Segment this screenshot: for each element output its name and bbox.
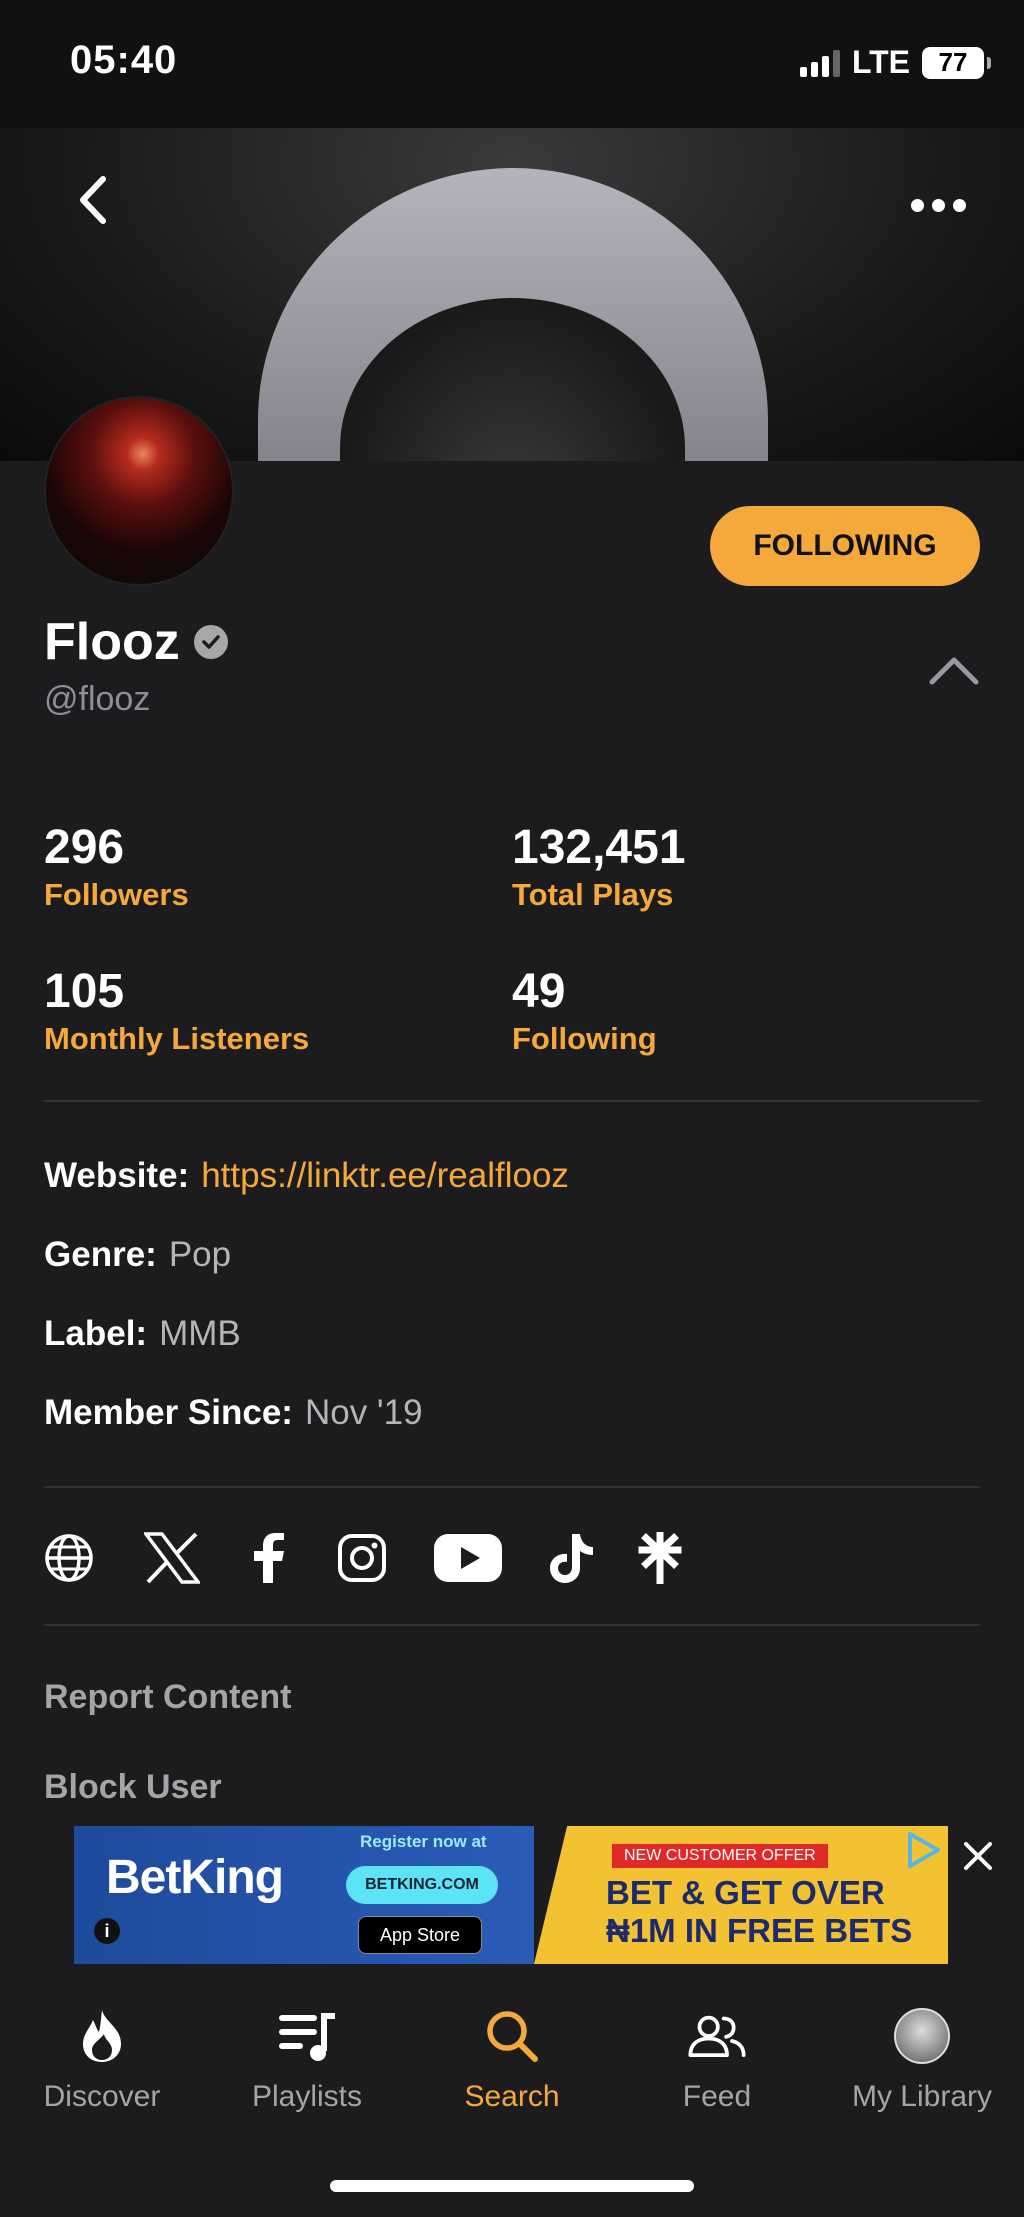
status-time: 05:40 [70, 38, 178, 82]
website-link[interactable]: https://linktr.ee/realflooz [201, 1156, 569, 1196]
chevron-up-icon [929, 657, 979, 685]
ad-register-text: Register now at [360, 1832, 487, 1851]
stat-value: 105 [44, 965, 125, 1018]
library-avatar [894, 2008, 950, 2064]
search-icon [482, 2006, 542, 2066]
avatar-icon [892, 2006, 952, 2066]
tab-label: Playlists [251, 2080, 363, 2113]
facebook-icon[interactable] [248, 1528, 288, 1588]
stat-value: 132,451 [512, 821, 686, 874]
stat-following[interactable]: 49 Following [512, 964, 657, 1057]
more-dot [910, 198, 924, 212]
label-label: Label: [44, 1314, 148, 1353]
member-since-row: Member Since: Nov '19 [44, 1393, 423, 1433]
member-since-label: Member Since: [44, 1393, 293, 1432]
status-indicators: LTE 77 [799, 44, 991, 81]
more-dot [952, 198, 966, 212]
stat-label: Monthly Listeners [44, 1021, 310, 1056]
chevron-left-icon [80, 176, 106, 224]
following-button[interactable]: FOLLOWING [710, 506, 980, 586]
playlist-icon [277, 2006, 337, 2066]
member-since-value: Nov '19 [304, 1393, 423, 1432]
label-row: Label: MMB [44, 1314, 241, 1354]
website-row: Website: https://linktr.ee/realflooz [44, 1156, 569, 1196]
ad-info-icon[interactable]: i [94, 1918, 120, 1944]
x-icon[interactable] [144, 1528, 200, 1588]
stat-monthly-listeners: 105 Monthly Listeners [44, 964, 309, 1057]
profile-name: Flooz [44, 613, 180, 671]
ad-site-badge: BETKING.COM [346, 1866, 498, 1904]
stat-value: 296 [44, 821, 125, 874]
tab-feed[interactable]: Feed [615, 2006, 819, 2114]
battery-icon: 77 [922, 46, 991, 79]
globe-icon[interactable] [44, 1528, 94, 1588]
ad-close-button[interactable] [958, 1836, 998, 1876]
tab-label: Search [464, 2080, 560, 2113]
youtube-icon[interactable] [434, 1528, 502, 1588]
ad-headline-line: BET & GET OVER [606, 1874, 885, 1911]
website-label: Website: [44, 1156, 190, 1195]
stat-label: Following [512, 1021, 657, 1056]
stat-followers[interactable]: 296 Followers [44, 820, 189, 913]
genre-value: Pop [168, 1235, 232, 1274]
genre-row: Genre: Pop [44, 1235, 231, 1275]
ad-left-panel: BetKing Register now at BETKING.COM App … [74, 1826, 534, 1964]
divider [44, 1100, 980, 1102]
stat-value: 49 [512, 965, 566, 1018]
block-user-link[interactable]: Block User [44, 1768, 222, 1807]
ad-choices-icon[interactable] [902, 1830, 942, 1870]
home-indicator [330, 2180, 694, 2192]
more-options-button[interactable] [898, 180, 978, 230]
profile-name-row: Flooz [44, 612, 228, 672]
divider [44, 1486, 980, 1488]
close-icon [964, 1842, 992, 1870]
tab-label: My Library [851, 2080, 993, 2113]
signal-icon [799, 49, 840, 77]
collapse-button[interactable] [926, 650, 982, 690]
ad-app-store-badge: App Store [358, 1916, 482, 1954]
tab-search[interactable]: Search [410, 2006, 614, 2114]
genre-label: Genre: [44, 1235, 157, 1274]
tab-discover[interactable]: Discover [0, 2006, 204, 2114]
ad-brand: BetKing [106, 1851, 284, 1904]
stat-label: Followers [44, 877, 189, 912]
verified-icon [193, 625, 228, 659]
tiktok-icon[interactable] [546, 1528, 596, 1588]
back-button[interactable] [62, 170, 122, 230]
divider [44, 1624, 980, 1626]
tab-label: Feed [682, 2080, 752, 2113]
ad-banner[interactable]: BetKing Register now at BETKING.COM App … [74, 1826, 948, 1964]
social-links [44, 1528, 682, 1588]
ad-headline-line: ₦1M IN FREE BETS [606, 1912, 913, 1949]
profile-avatar [44, 396, 234, 586]
ad-right-panel: NEW CUSTOMER OFFER BET & GET OVER ₦1M IN… [534, 1826, 948, 1964]
instagram-icon[interactable] [336, 1528, 388, 1588]
network-type: LTE [851, 44, 910, 80]
stat-label: Total Plays [512, 877, 674, 912]
people-icon [687, 2006, 747, 2066]
more-dot [931, 198, 945, 212]
ad-offer-tag: NEW CUSTOMER OFFER [612, 1844, 828, 1868]
tab-my-library[interactable]: My Library [820, 2006, 1024, 2114]
status-bar: 05:40 LTE 77 [0, 0, 1024, 128]
profile-handle: @flooz [44, 680, 151, 718]
linktree-icon[interactable] [638, 1528, 682, 1588]
stat-total-plays: 132,451 Total Plays [512, 820, 686, 913]
tab-label: Discover [43, 2080, 161, 2113]
report-content-link[interactable]: Report Content [44, 1678, 291, 1717]
ad-headline: BET & GET OVER ₦1M IN FREE BETS [606, 1874, 912, 1950]
flame-icon [72, 2006, 132, 2066]
tab-playlists[interactable]: Playlists [205, 2006, 409, 2114]
label-value: MMB [159, 1314, 241, 1353]
